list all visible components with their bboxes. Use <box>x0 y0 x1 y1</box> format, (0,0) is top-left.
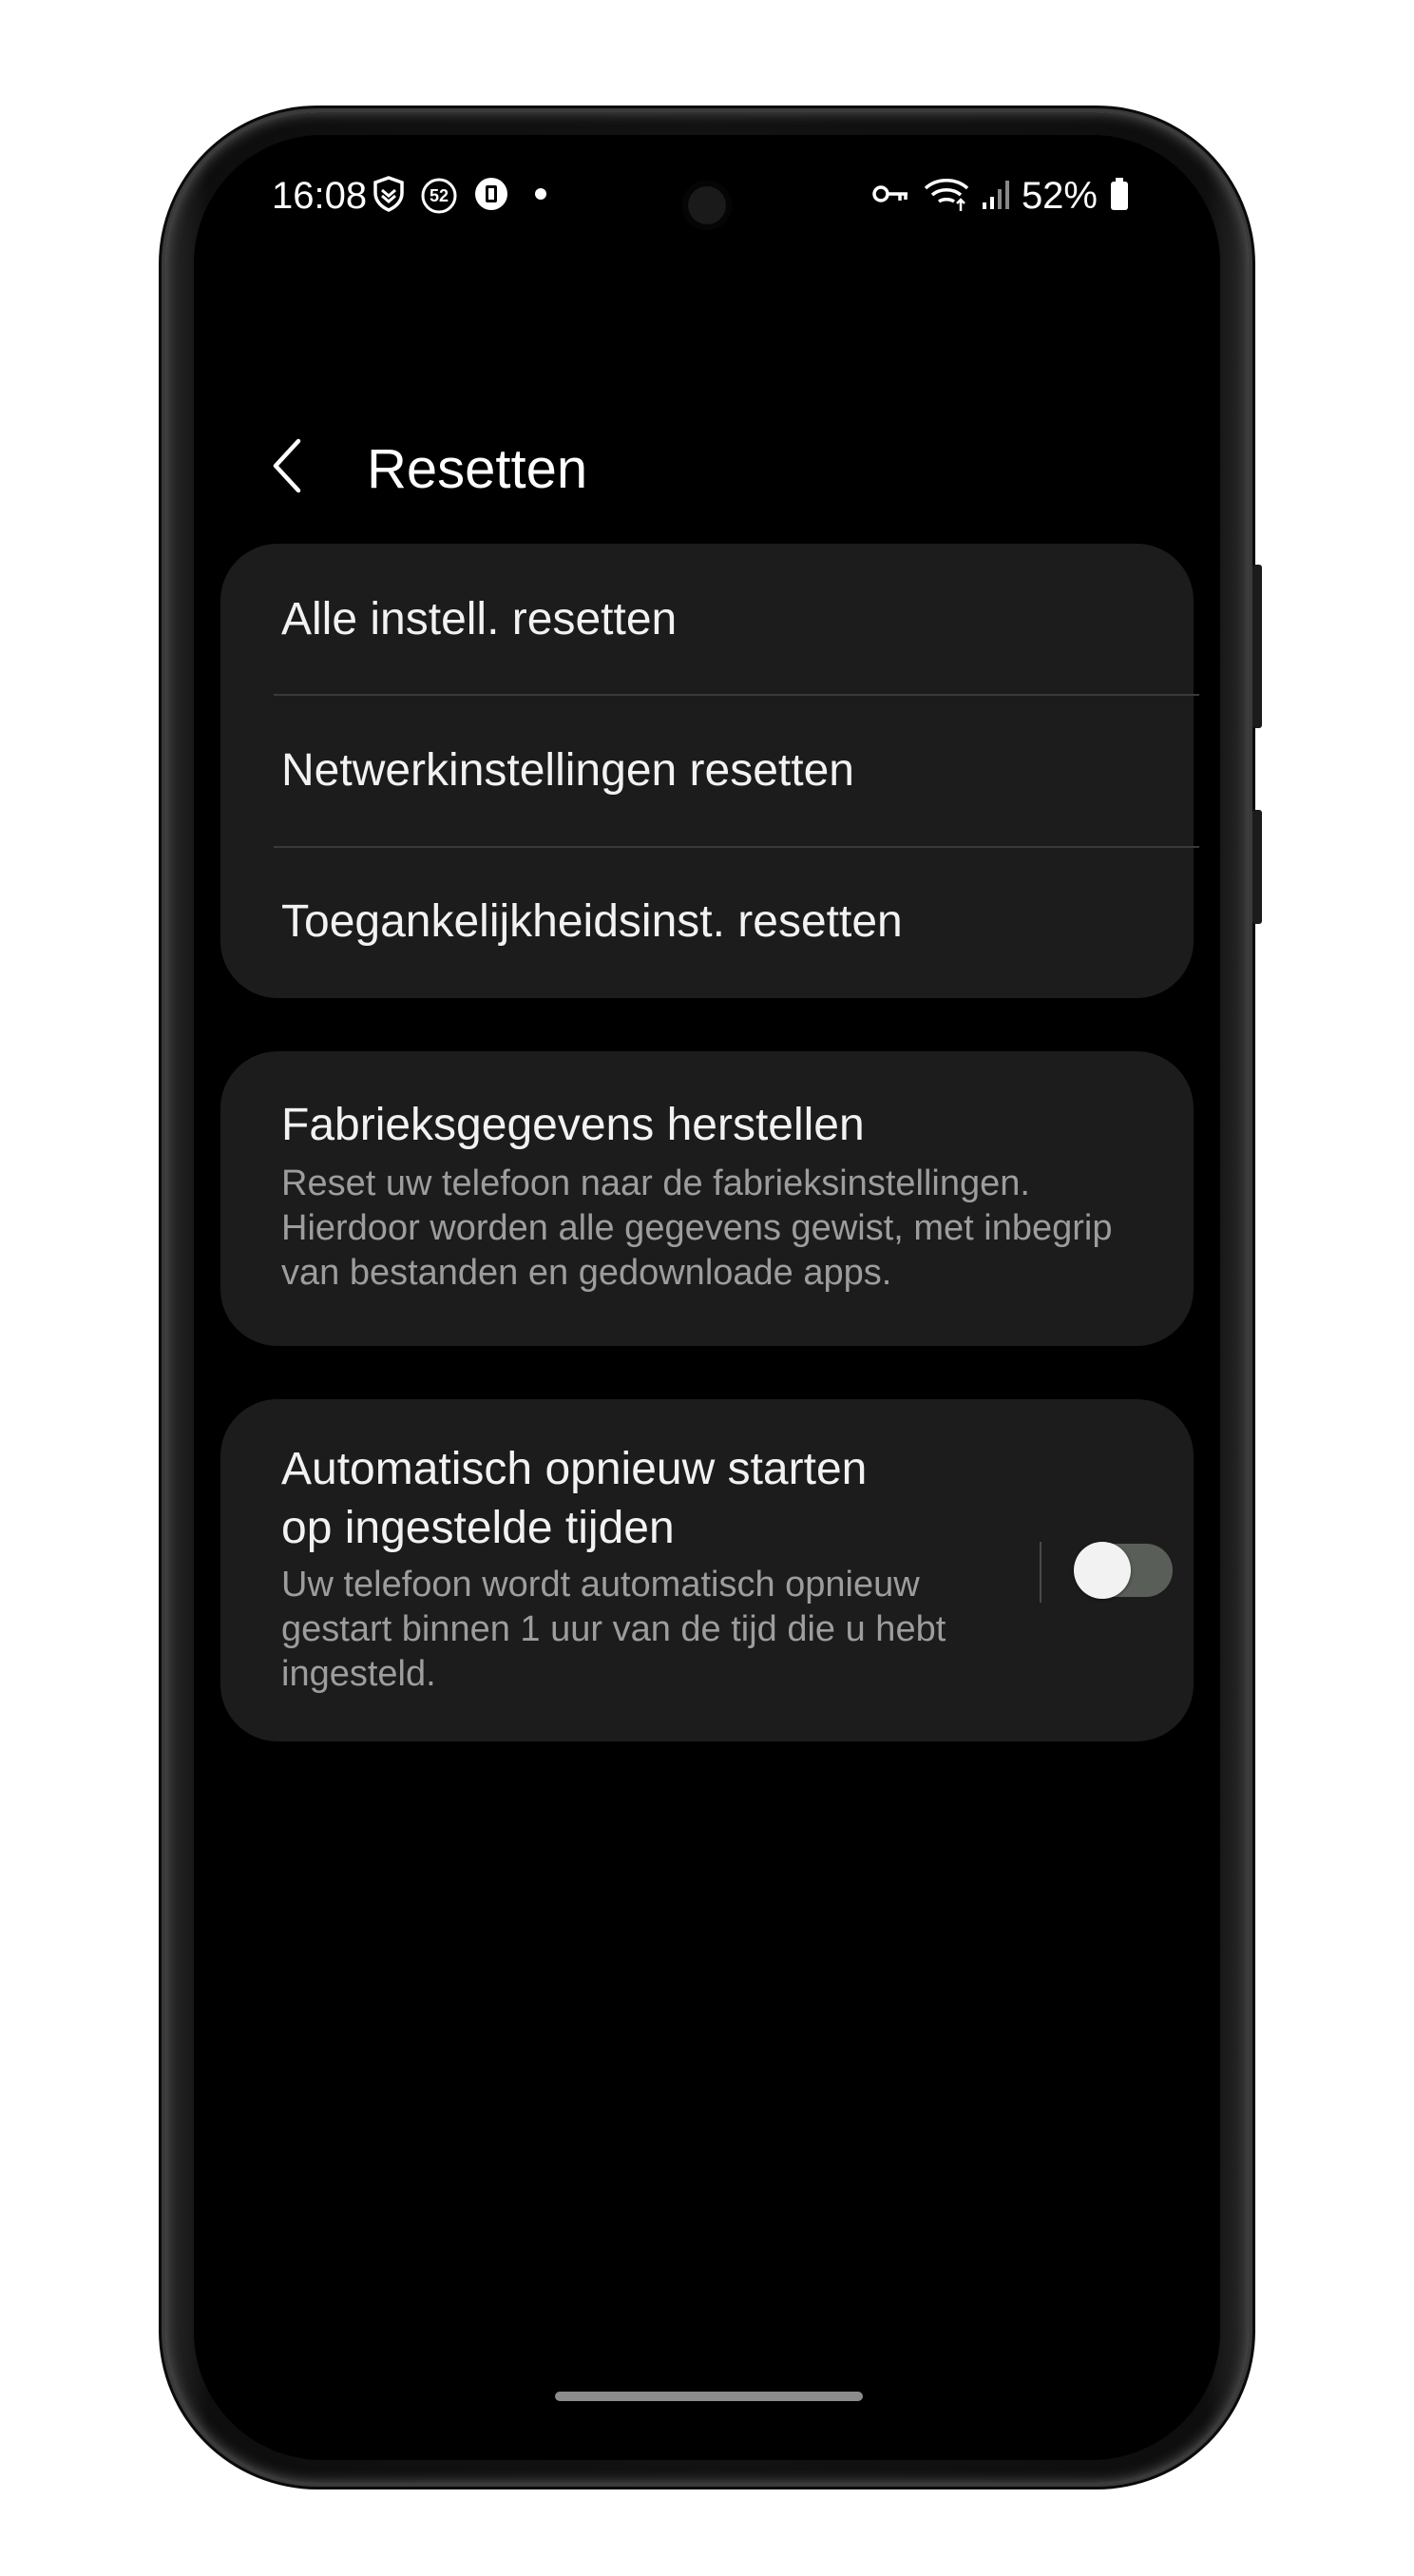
toggle-knob <box>1074 1542 1131 1599</box>
shield-icon <box>373 175 405 217</box>
reset-network-settings-label: Netwerkinstellingen resetten <box>281 745 854 796</box>
dot-icon <box>534 187 547 205</box>
app-notification-icon <box>473 176 509 217</box>
status-right-icons: 52% <box>871 173 1130 219</box>
chevron-left-icon <box>270 437 304 499</box>
reset-accessibility-settings-label: Toegankelijkheidsinst. resetten <box>281 896 903 947</box>
battery-icon <box>1109 177 1130 216</box>
status-bar: 16:08 52 52% <box>194 135 1220 249</box>
volume-button <box>1252 565 1262 728</box>
reset-network-settings-item[interactable]: Netwerkinstellingen resetten <box>220 696 1194 846</box>
page-title: Resetten <box>367 438 588 500</box>
vpn-key-icon <box>871 181 911 212</box>
signal-icon <box>982 178 1010 215</box>
status-time: 16:08 <box>272 175 368 217</box>
reset-all-settings-label: Alle instell. resetten <box>281 594 678 644</box>
toggle-separator <box>1040 1542 1041 1603</box>
auto-restart-desc-line1: Uw telefoon wordt automatisch opnieuw <box>281 1565 920 1605</box>
battery-percent: 52% <box>1021 175 1098 217</box>
power-button <box>1252 810 1262 924</box>
auto-restart-desc-line3: ingesteld. <box>281 1654 436 1694</box>
auto-restart-desc-line2: gestart binnen 1 uur van de tijd die u h… <box>281 1609 946 1649</box>
home-indicator[interactable] <box>555 2392 863 2401</box>
reset-options-card: Alle instell. resetten Netwerkinstelling… <box>220 544 1199 998</box>
factory-reset-title: Fabrieksgegevens herstellen <box>281 1100 865 1150</box>
reset-all-settings-item[interactable]: Alle instell. resetten <box>220 544 1194 694</box>
stage: 16:08 52 52% Resetten Alle instell. rese… <box>0 0 1414 2576</box>
wifi-icon <box>923 175 970 218</box>
factory-reset-desc-line3: van bestanden en gedownloade apps. <box>281 1253 892 1293</box>
factory-reset-card: Fabrieksgegevens herstellen Reset uw tel… <box>220 1051 1194 1346</box>
factory-reset-desc-line1: Reset uw telefoon naar de fabrieksinstel… <box>281 1163 1030 1203</box>
reset-accessibility-settings-item[interactable]: Toegankelijkheidsinst. resetten <box>220 848 1194 998</box>
auto-restart-title-line2: op ingestelde tijden <box>281 1503 675 1553</box>
auto-restart-title-line1: Automatisch opnieuw starten <box>281 1444 868 1494</box>
back-button[interactable] <box>260 434 314 501</box>
phone-screen: 16:08 52 52% Resetten Alle instell. rese… <box>194 135 1220 2460</box>
factory-reset-item[interactable]: Fabrieksgegevens herstellen Reset uw tel… <box>220 1051 1194 1346</box>
front-camera <box>682 181 732 230</box>
app-bar: Resetten <box>194 411 1220 525</box>
factory-reset-desc-line2: Hierdoor worden alle gegevens gewist, me… <box>281 1208 1113 1248</box>
auto-restart-card: Automatisch opnieuw starten op ingesteld… <box>220 1399 1194 1741</box>
phone-frame: 16:08 52 52% Resetten Alle instell. rese… <box>165 112 1262 2483</box>
notification-count-icon: 52 <box>420 177 458 215</box>
status-left-icons: 52 <box>373 175 547 217</box>
auto-restart-item[interactable]: Automatisch opnieuw starten op ingesteld… <box>220 1399 1194 1741</box>
auto-restart-toggle[interactable] <box>1074 1542 1173 1599</box>
notification-count: 52 <box>429 186 449 205</box>
